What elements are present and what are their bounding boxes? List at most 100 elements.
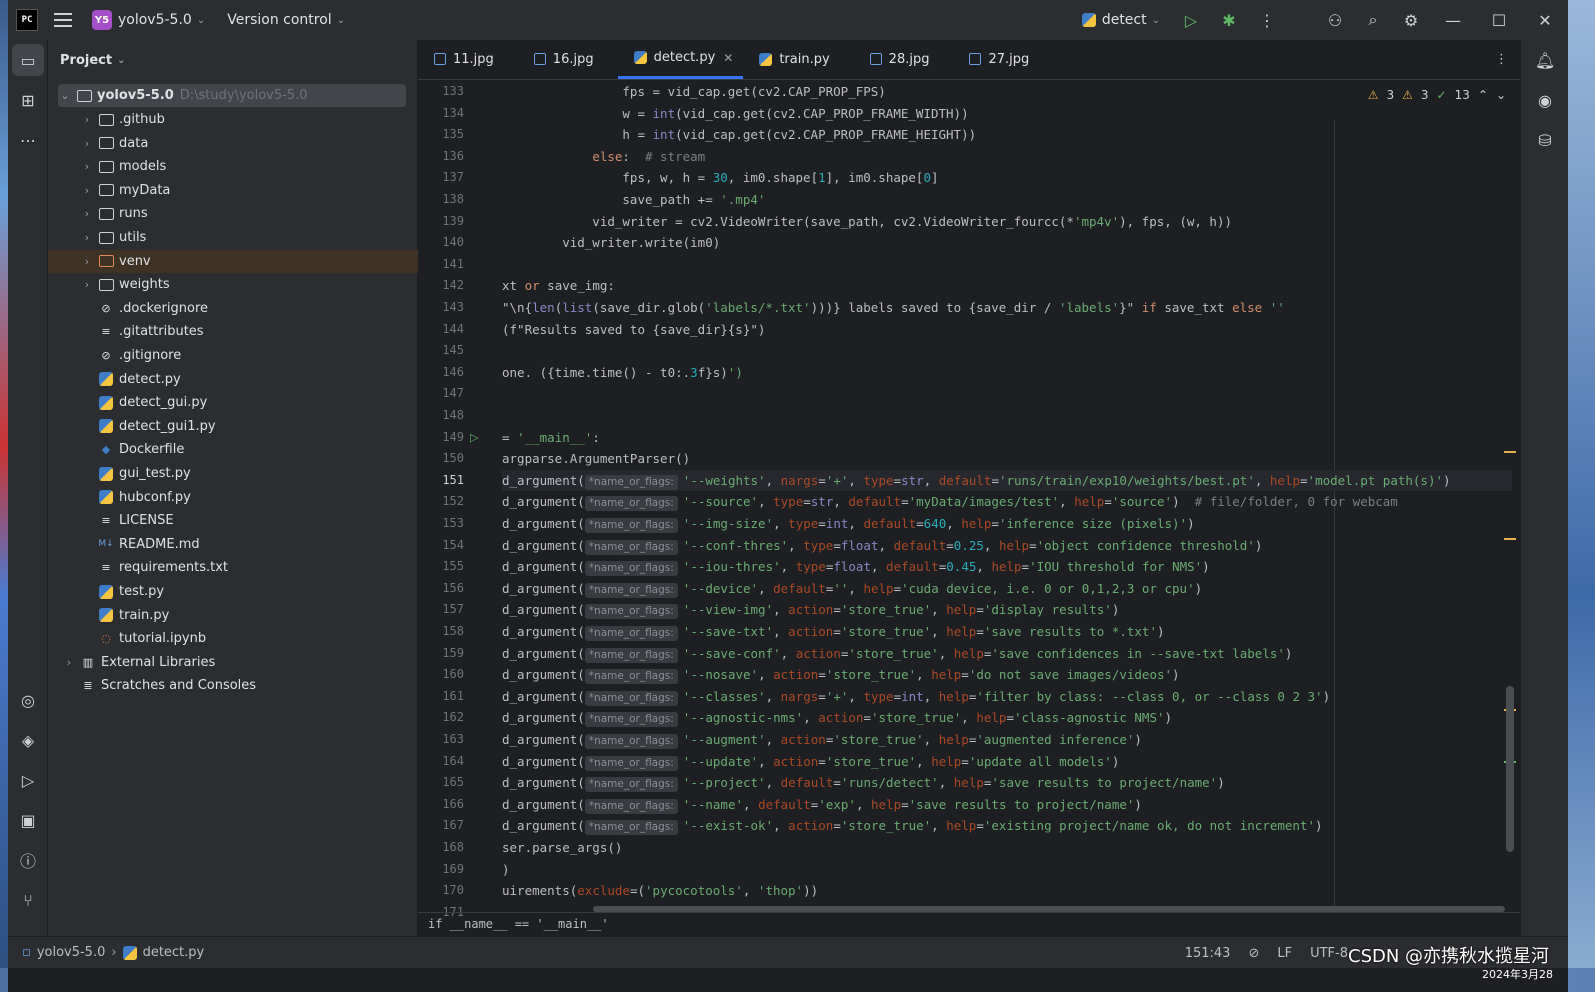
- vcs-label: Version control: [227, 12, 332, 28]
- docker-icon: ◆: [101, 443, 111, 457]
- chevron-right-icon[interactable]: ›: [80, 231, 94, 244]
- file-encoding[interactable]: UTF-8: [1310, 946, 1348, 961]
- editor-tab[interactable]: 16.jpg: [518, 39, 618, 79]
- structure-tool-icon[interactable]: ⊞: [8, 80, 48, 120]
- project-panel-header[interactable]: Project ⌄: [48, 40, 417, 80]
- folder-icon: [98, 136, 114, 150]
- tree-item[interactable]: detect.py: [48, 368, 418, 391]
- editor-tab[interactable]: detect.py ✕: [617, 39, 744, 79]
- project-tool-icon[interactable]: ▭: [12, 44, 44, 76]
- tree-item[interactable]: ≡ requirements.txt: [48, 556, 418, 579]
- services-icon[interactable]: ▷: [8, 760, 48, 800]
- tree-item[interactable]: › weights: [48, 273, 418, 296]
- line-separator[interactable]: LF: [1277, 946, 1292, 961]
- status-file[interactable]: detect.py: [143, 945, 205, 960]
- chevron-right-icon[interactable]: ›: [80, 184, 94, 197]
- debug-icon[interactable]: ✱: [1210, 0, 1248, 40]
- tree-item[interactable]: hubconf.py: [48, 486, 418, 509]
- tree-item-label: LICENSE: [119, 513, 174, 529]
- more-tools-icon[interactable]: ⋯: [8, 120, 48, 160]
- settings-gear-icon[interactable]: ⚙: [1392, 0, 1430, 40]
- vcs-menu[interactable]: Version control ⌄: [221, 6, 351, 34]
- tree-root[interactable]: ⌄ yolov5-5.0 D:\study\yolov5-5.0: [58, 84, 406, 107]
- main-menu-icon[interactable]: [54, 13, 72, 27]
- git-icon[interactable]: ⑂: [8, 880, 48, 920]
- line-number: 158: [442, 624, 464, 638]
- chevron-right-icon[interactable]: ›: [80, 255, 94, 268]
- tree-item[interactable]: › data: [48, 132, 418, 155]
- chevron-down-icon: ⌄: [117, 54, 126, 66]
- line-number: 168: [442, 840, 464, 854]
- line-number: 141: [442, 256, 464, 271]
- line-number: 155: [442, 559, 464, 574]
- external-libraries[interactable]: › ▥ External Libraries: [48, 651, 418, 674]
- notifications-icon[interactable]: 🔔︎: [1525, 40, 1565, 80]
- tree-item[interactable]: ◆ Dockerfile: [48, 438, 418, 461]
- add-user-icon[interactable]: ⚇: [1316, 0, 1354, 40]
- no-power-save-icon[interactable]: ⊘: [1248, 946, 1259, 961]
- error-stripe-mark[interactable]: [1504, 451, 1516, 453]
- line-number: 148: [442, 408, 464, 422]
- error-stripe-mark[interactable]: [1504, 538, 1516, 540]
- editor-tab[interactable]: 27.jpg: [953, 39, 1053, 79]
- chevron-down-icon: ⌄: [336, 14, 346, 26]
- tree-item[interactable]: detect_gui.py: [48, 391, 418, 414]
- close-icon[interactable]: ✕: [1522, 0, 1568, 40]
- status-project[interactable]: yolov5-5.0: [37, 945, 106, 960]
- layers-icon[interactable]: ◈: [8, 720, 48, 760]
- scratches-and-consoles[interactable]: ≣ Scratches and Consoles: [48, 674, 418, 697]
- tree-item[interactable]: › venv: [48, 249, 418, 273]
- tree-item[interactable]: ⊘ .dockerignore: [48, 297, 418, 320]
- tree-item[interactable]: ◌ tutorial.ipynb: [48, 627, 418, 650]
- tree-item[interactable]: › .github: [48, 108, 418, 131]
- tab-actions-icon[interactable]: ⋮: [1495, 52, 1508, 67]
- chevron-right-icon[interactable]: ›: [80, 278, 94, 291]
- tree-item[interactable]: gui_test.py: [48, 462, 418, 485]
- line-number: 135: [442, 127, 464, 142]
- tree-item[interactable]: › runs: [48, 202, 418, 225]
- code-view[interactable]: fps = vid_cap.get(cv2.CAP_PROP_FPS) w = …: [502, 80, 1512, 910]
- python-console-icon[interactable]: ◎: [8, 680, 48, 720]
- parameter-hint: *name_or_flags:: [584, 647, 678, 663]
- tree-item-label: myData: [119, 182, 171, 198]
- database-icon[interactable]: ⛁: [1525, 120, 1565, 160]
- tree-item-label: tutorial.ipynb: [119, 631, 207, 647]
- tree-item[interactable]: ≡ LICENSE: [48, 509, 418, 532]
- tree-item-label: .gitattributes: [119, 324, 204, 340]
- tree-item[interactable]: train.py: [48, 604, 418, 627]
- ignore-file-icon: ⊘: [101, 301, 111, 315]
- search-icon[interactable]: ⌕: [1354, 0, 1392, 40]
- tree-item[interactable]: › myData: [48, 179, 418, 202]
- project-name: yolov5-5.0: [118, 12, 192, 28]
- chevron-right-icon[interactable]: ›: [80, 137, 94, 150]
- vertical-scrollbar[interactable]: [1506, 686, 1514, 852]
- editor-tab[interactable]: train.py: [743, 39, 853, 79]
- code-breadcrumb[interactable]: if __name__ == '__main__': [418, 912, 1520, 936]
- ide-window: PC Y5 yolov5-5.0 ⌄ Version control ⌄ det…: [8, 0, 1568, 992]
- chevron-right-icon[interactable]: ›: [80, 113, 94, 126]
- terminal-icon[interactable]: ▣: [8, 800, 48, 840]
- maximize-icon[interactable]: ☐: [1476, 0, 1522, 40]
- tree-item[interactable]: › utils: [48, 226, 418, 249]
- editor-tab[interactable]: 28.jpg: [854, 39, 954, 79]
- run-icon[interactable]: ▷: [1172, 0, 1210, 40]
- chevron-right-icon[interactable]: ›: [80, 207, 94, 220]
- tree-item[interactable]: test.py: [48, 580, 418, 603]
- tree-item[interactable]: detect_gui1.py: [48, 415, 418, 438]
- caret-position[interactable]: 151:43: [1185, 946, 1231, 961]
- tree-item[interactable]: ⊘ .gitignore: [48, 344, 418, 367]
- run-gutter-icon[interactable]: ▷: [470, 431, 478, 444]
- chevron-right-icon[interactable]: ›: [80, 160, 94, 173]
- tree-item[interactable]: ≡ .gitattributes: [48, 320, 418, 343]
- tree-item[interactable]: M↓ README.md: [48, 533, 418, 556]
- line-number: 162: [442, 710, 464, 725]
- close-tab-icon[interactable]: ✕: [723, 51, 733, 65]
- minimize-icon[interactable]: —: [1430, 0, 1476, 40]
- editor-tab[interactable]: 11.jpg: [418, 39, 518, 79]
- project-switcher[interactable]: Y5 yolov5-5.0 ⌄: [86, 6, 211, 34]
- problems-icon[interactable]: ⓘ: [8, 840, 48, 880]
- more-actions-icon[interactable]: ⋮: [1248, 0, 1286, 40]
- tree-item[interactable]: › models: [48, 155, 418, 178]
- ai-assistant-icon[interactable]: ◉: [1525, 80, 1565, 120]
- run-config-selector[interactable]: detect ⌄: [1076, 6, 1166, 34]
